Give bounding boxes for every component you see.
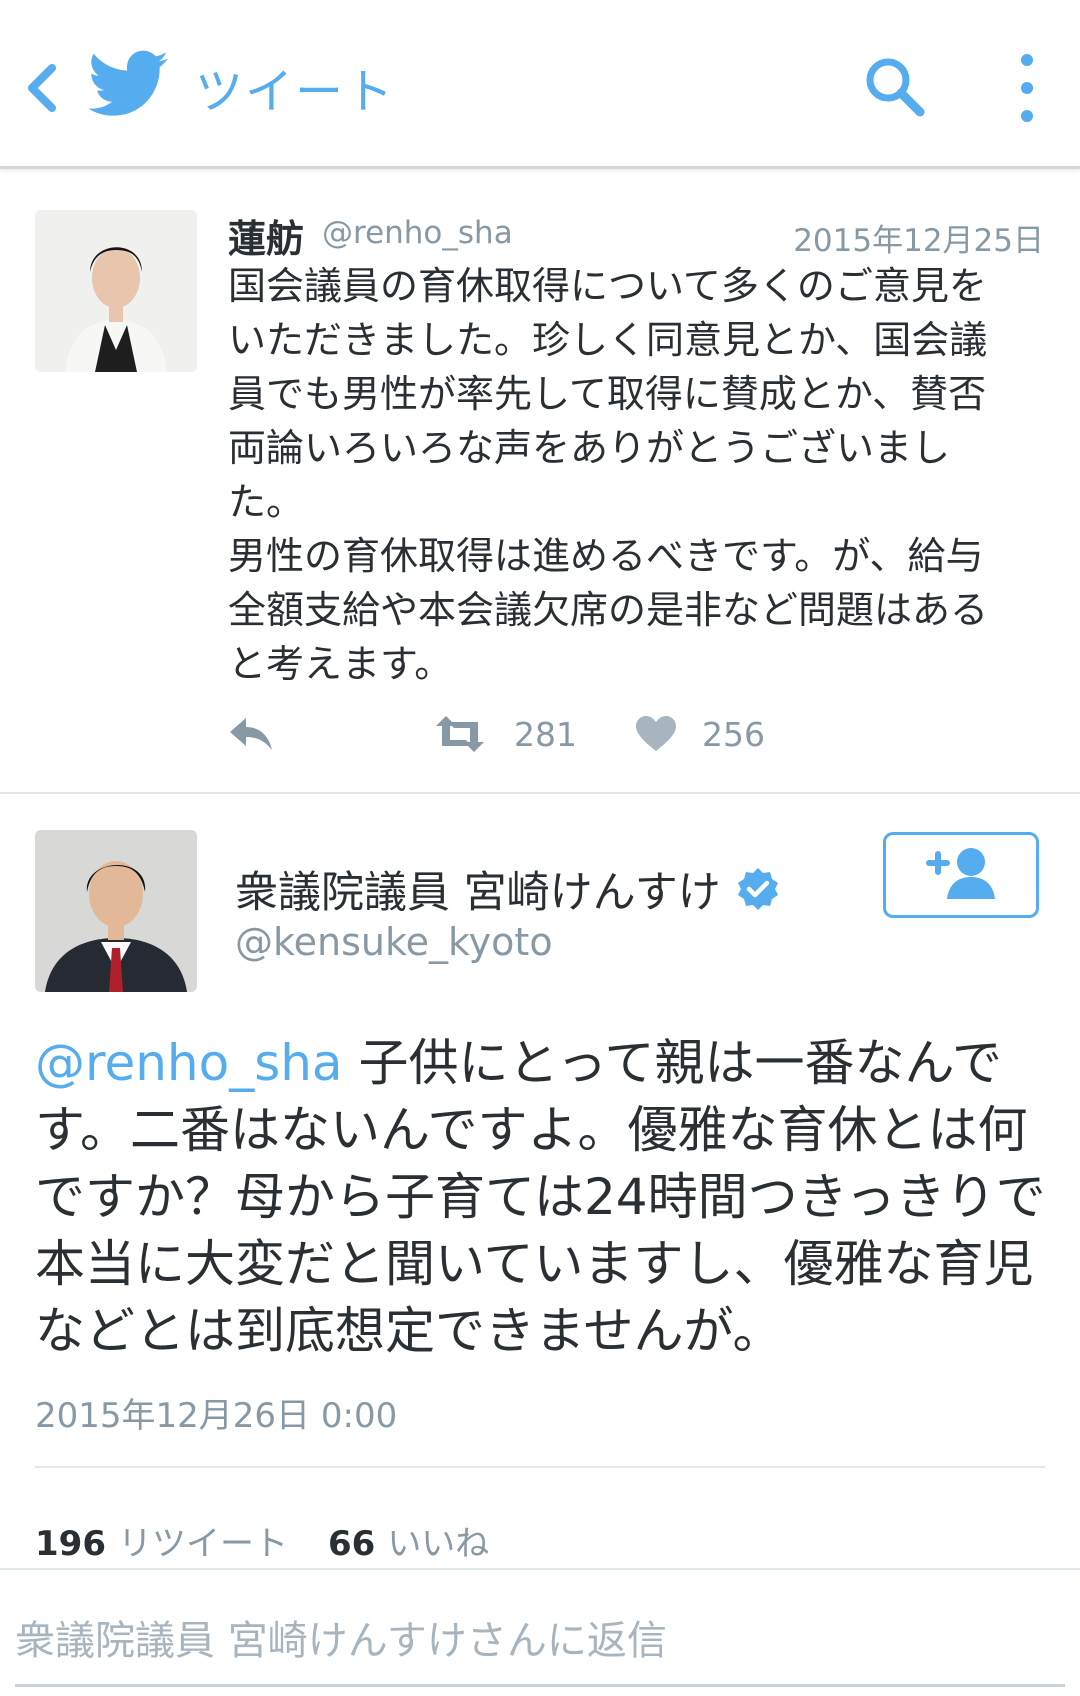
like-stat[interactable]: 66 いいね [328,1516,489,1565]
twitter-bird-icon [88,48,168,120]
author-name-text: 衆議院議員 宮崎けんすけ [235,868,721,918]
avatar[interactable] [35,830,197,992]
divider [35,1466,1045,1468]
retweet-stat-label: リツイート [117,1524,288,1564]
tweet-author-handle[interactable]: @kensuke_kyoto [235,920,553,964]
back-icon[interactable] [18,58,68,118]
like-button[interactable]: 256 [636,712,765,756]
divider [0,792,1080,794]
retweet-button[interactable]: 281 [432,712,577,756]
tweet-text: 国会議員の育休取得について多くのご意見を いただきました。珍しく同意見とか、国会… [228,264,989,686]
avatar[interactable] [35,210,197,372]
search-icon[interactable] [860,52,930,122]
like-stat-count: 66 [327,1524,376,1564]
retweet-icon [432,716,488,752]
like-stat-label: いいね [387,1524,490,1564]
retweet-stat[interactable]: 196 リツイート [35,1516,288,1565]
mention-link[interactable]: @renho_sha [35,1034,343,1092]
retweet-count: 281 [514,714,577,754]
more-vertical-icon[interactable] [1010,48,1044,128]
reply-icon[interactable] [228,712,276,756]
follow-button[interactable] [883,832,1039,918]
reply-input[interactable]: 衆議院議員 宮崎けんすけさんに返信 [15,1608,1065,1678]
divider [0,1568,1080,1570]
tweet-author-handle[interactable]: @renho_sha [322,215,513,251]
tweet-text: @renho_sha 子供にとって親は一番なんです。二番はないんですよ。優雅な育… [35,1030,1050,1365]
reply-input-underline [15,1684,1065,1687]
page-title: ツイート [195,64,396,120]
tweet-author-name[interactable]: 蓮舫 [228,208,304,263]
like-count: 256 [702,714,765,754]
retweet-stat-count: 196 [35,1524,106,1564]
tweet-author-name[interactable]: 衆議院議員 宮崎けんすけ [235,858,781,920]
tweet-date: 2015年12月25日 [793,223,1044,259]
verified-icon [735,866,781,912]
tweet-stats: 196 リツイート 66 いいね [35,1516,529,1565]
follow-user-icon [921,845,1001,905]
tweet-timestamp[interactable]: 2015年12月26日 0:00 [35,1388,397,1437]
heart-icon [636,716,676,752]
